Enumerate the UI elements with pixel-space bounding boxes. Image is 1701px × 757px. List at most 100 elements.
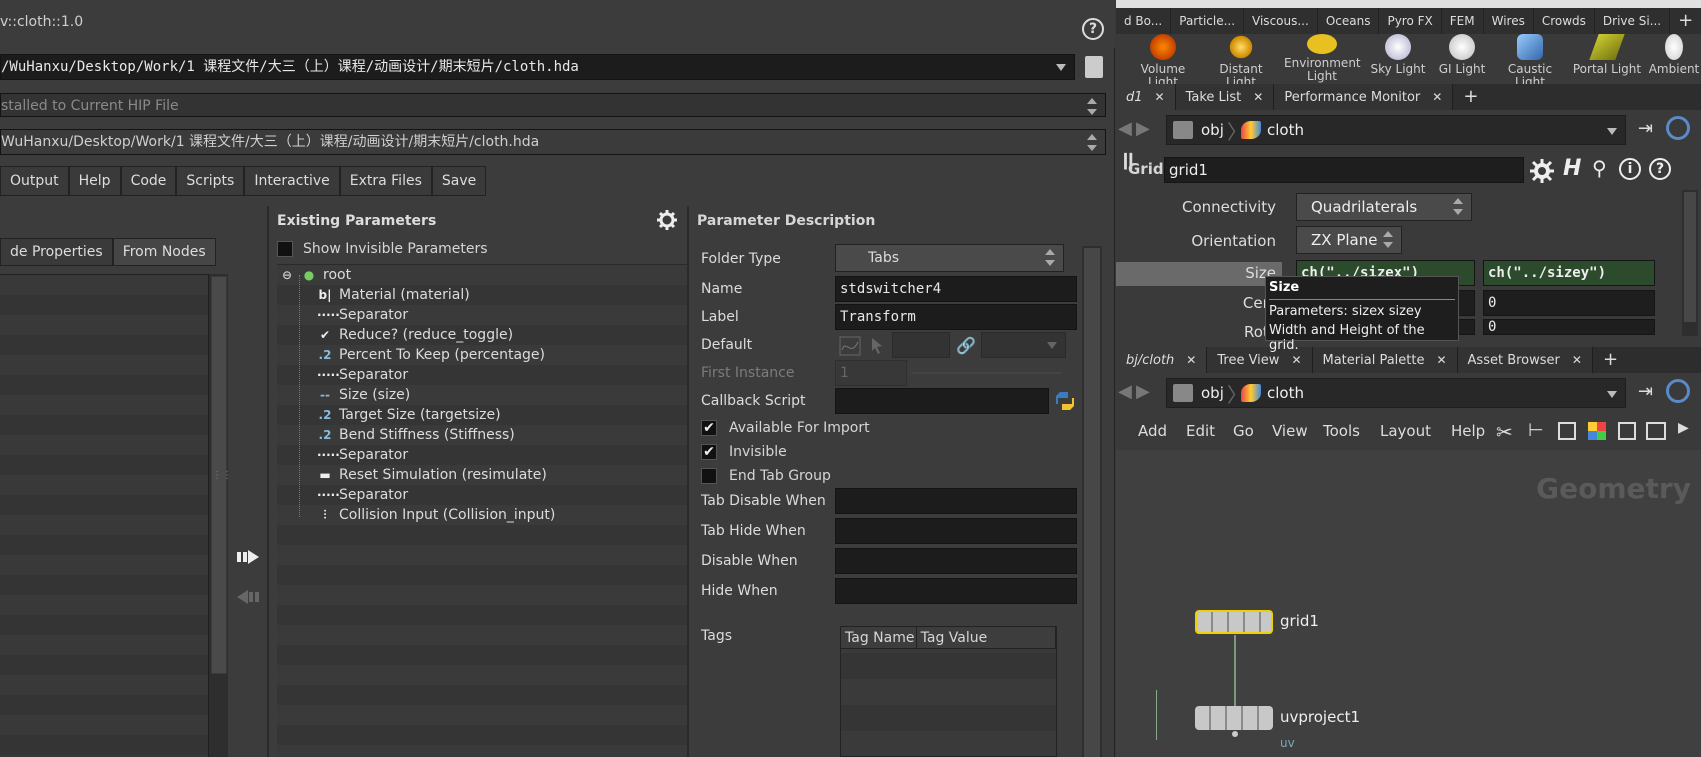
help-icon[interactable]: ?	[1082, 18, 1104, 40]
scrollbar-thumb[interactable]	[1084, 248, 1100, 757]
tree-row[interactable]: b| Material (material)	[317, 285, 470, 305]
menu-help[interactable]: Help	[1451, 422, 1485, 440]
uvproject-node[interactable]	[1195, 706, 1273, 730]
portal-light-tool[interactable]: Portal Light	[1572, 34, 1642, 76]
list-view-icon[interactable]	[1558, 422, 1576, 440]
tab-take-list[interactable]: Take List ✕	[1175, 84, 1275, 110]
close-icon[interactable]: ✕	[1186, 353, 1196, 367]
callback-script-field[interactable]	[835, 388, 1049, 414]
curve-icon[interactable]	[839, 336, 861, 356]
tree-row[interactable]: -- Size (size)	[317, 385, 410, 405]
parameter-tree[interactable]: ⊖ ● root b| Material (material) ·····Separa…	[277, 264, 687, 757]
tab-code[interactable]: Code	[120, 166, 177, 196]
tree-row[interactable]: ·····Separator	[317, 365, 408, 385]
tab-hide-when-field[interactable]	[835, 518, 1077, 544]
tab-network[interactable]: bj/cloth ✕	[1116, 347, 1208, 373]
from-nodes-button[interactable]: From Nodes	[112, 238, 216, 266]
search-icon[interactable]: ⚲	[1592, 156, 1607, 180]
source-path-field[interactable]: WuHanxu/Desktop/Work/1 课程文件/大三（上）课程/动画设计…	[0, 129, 1106, 155]
environment-light-tool[interactable]: Environment Light	[1284, 34, 1361, 83]
help-icon[interactable]: ?	[1649, 158, 1671, 180]
tree-row[interactable]: ✔ Reduce? (reduce_toggle)	[317, 325, 513, 345]
path-crumb-cloth[interactable]: cloth	[1267, 116, 1304, 144]
tag-value-header[interactable]: Tag Value	[917, 627, 1056, 648]
end-tab-group-checkbox[interactable]	[701, 468, 717, 484]
close-icon[interactable]: ✕	[1432, 90, 1442, 104]
scrollbar-thumb[interactable]	[1684, 192, 1696, 322]
wrench-icon[interactable]: ✂	[1496, 420, 1513, 444]
volume-light-tool[interactable]: Volume Light	[1128, 34, 1198, 89]
tree-row[interactable]: .2 Bend Stiffness (Stiffness)	[317, 425, 515, 445]
help-h-icon[interactable]: H	[1563, 156, 1581, 181]
close-icon[interactable]: ✕	[1155, 90, 1165, 104]
tab-extra-files[interactable]: Extra Files	[339, 166, 432, 196]
shelf-tab[interactable]: Drive Si...	[1595, 8, 1671, 34]
menu-add[interactable]: Add	[1138, 422, 1167, 440]
chevron-down-icon[interactable]	[1607, 391, 1617, 398]
node-name-field[interactable]: grid1	[1164, 157, 1524, 183]
library-path-field[interactable]: /WuHanxu/Desktop/Work/1 课程文件/大三（上）课程/动画设…	[0, 54, 1075, 80]
sky-light-tool[interactable]: Sky Light	[1366, 34, 1430, 76]
pin-icon[interactable]: ⇥	[1638, 381, 1653, 402]
gear-icon[interactable]	[657, 210, 679, 232]
file-chooser-icon[interactable]	[1085, 56, 1103, 78]
close-icon[interactable]: ✕	[1572, 353, 1582, 367]
link-toggle-icon[interactable]	[1666, 379, 1690, 403]
ambient-light-tool[interactable]: Ambient	[1646, 34, 1701, 76]
available-for-import-checkbox[interactable]: ✔	[701, 420, 717, 436]
center-z-field[interactable]: 0	[1483, 290, 1655, 316]
add-tab-icon[interactable]: +	[1453, 84, 1488, 110]
shelf-tab[interactable]: Wires	[1484, 8, 1534, 34]
tree-row[interactable]: ·····Separator	[317, 445, 408, 465]
name-field[interactable]: stdswitcher4	[835, 276, 1077, 302]
tree-row[interactable]: ▬ Reset Simulation (resimulate)	[317, 465, 547, 485]
tree-row[interactable]: ·····Separator	[317, 485, 408, 505]
tree-row-root[interactable]: ⊖ ● root	[279, 265, 351, 285]
python-icon[interactable]	[1054, 390, 1076, 412]
tab-asset-browser[interactable]: Asset Browser ✕	[1457, 347, 1593, 373]
tag-name-header[interactable]: Tag Name	[841, 627, 917, 648]
invisible-checkbox[interactable]: ✔	[701, 444, 717, 460]
splitter-handle-icon[interactable]: ⋮⋮	[212, 470, 232, 481]
shelf-tab[interactable]: Viscous...	[1244, 8, 1318, 34]
path-bar[interactable]: obj 〉 cloth	[1166, 115, 1626, 145]
tab-help[interactable]: Help	[68, 166, 121, 196]
orientation-menu[interactable]: ZX Plane	[1296, 226, 1402, 254]
tab-interactive[interactable]: Interactive	[244, 166, 340, 196]
grid-view-icon[interactable]	[1618, 422, 1636, 440]
tab-scripts[interactable]: Scripts	[176, 166, 245, 196]
chevron-right-icon[interactable]: ▶	[1678, 420, 1689, 436]
show-invisible-checkbox[interactable]	[277, 241, 293, 257]
path-bar[interactable]: obj 〉 cloth	[1166, 378, 1626, 408]
network-editor[interactable]: Geometry grid1 uvproject1 uv	[1116, 450, 1701, 757]
arrow-left-icon[interactable]	[237, 588, 259, 606]
show-invisible-row[interactable]: Show Invisible Parameters	[277, 241, 488, 257]
invisible-row[interactable]: ✔ Invisible	[701, 444, 787, 460]
menu-edit[interactable]: Edit	[1186, 422, 1215, 440]
grid-node[interactable]	[1195, 610, 1273, 634]
menu-tools[interactable]: Tools	[1323, 422, 1360, 440]
close-icon[interactable]: ✕	[1436, 353, 1446, 367]
arrow-right-icon[interactable]	[237, 548, 259, 566]
tree-row[interactable]: ⫶ Collision Input (Collision_input)	[317, 505, 555, 525]
back-arrow-icon[interactable]: ◀	[1118, 118, 1132, 139]
tab-params[interactable]: d1 ✕	[1116, 84, 1176, 110]
distant-light-tool[interactable]: Distant Light	[1206, 34, 1276, 89]
color-palette-icon[interactable]	[1588, 422, 1606, 440]
scrollbar[interactable]	[1682, 190, 1698, 336]
gi-light-tool[interactable]: GI Light	[1434, 34, 1490, 76]
label-field[interactable]: Transform	[835, 304, 1077, 330]
add-tab-icon[interactable]: +	[1593, 347, 1628, 373]
link-icon[interactable]: 🔗	[956, 336, 976, 355]
connectivity-menu[interactable]: Quadrilaterals	[1296, 193, 1472, 221]
chevron-down-icon[interactable]	[1056, 64, 1066, 71]
rotate-z-field[interactable]: 0	[1483, 319, 1655, 335]
link-toggle-icon[interactable]	[1666, 116, 1690, 140]
close-icon[interactable]: ✕	[1291, 353, 1301, 367]
forward-arrow-icon[interactable]: ▶	[1136, 118, 1150, 139]
tags-table[interactable]: Tag Name Tag Value	[840, 626, 1057, 757]
menu-layout[interactable]: Layout	[1380, 422, 1431, 440]
collapse-icon[interactable]: ⊖	[279, 265, 295, 285]
tab-disable-when-field[interactable]	[835, 488, 1077, 514]
shelf-tab[interactable]: d Bo...	[1116, 8, 1172, 34]
